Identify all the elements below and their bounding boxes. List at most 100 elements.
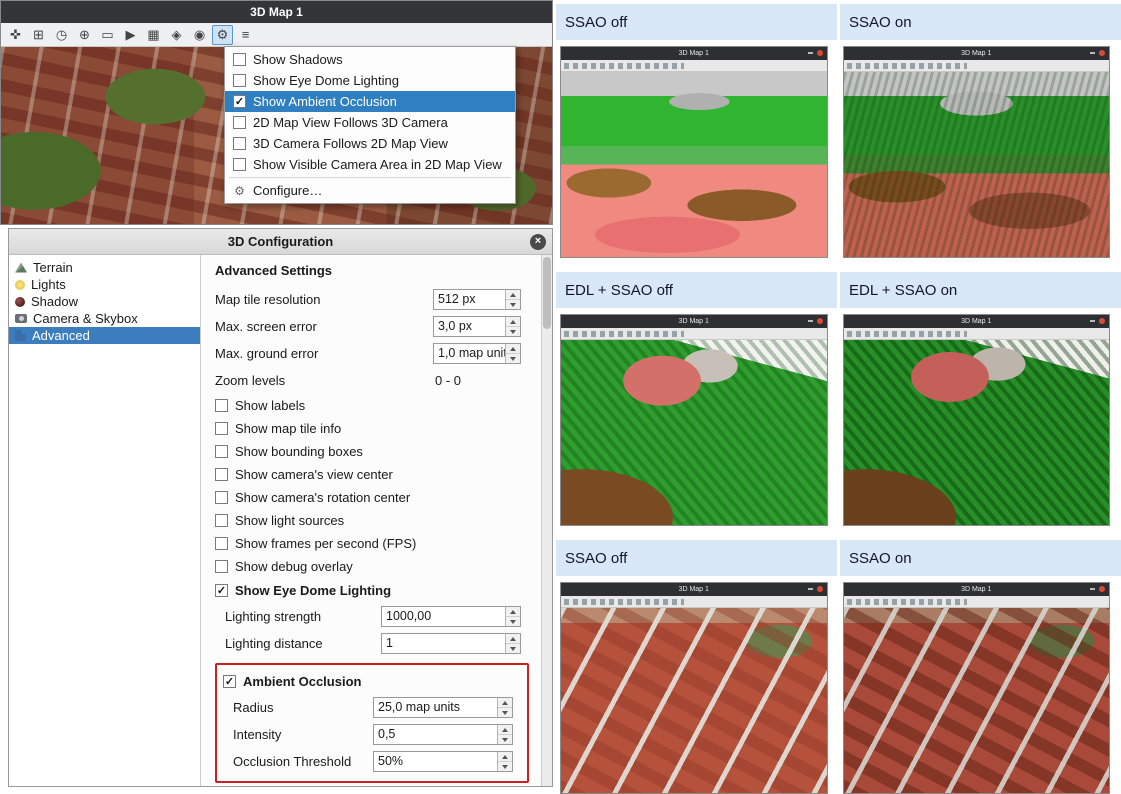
checkbox-show-bounding-boxes[interactable]: Show bounding boxes — [215, 440, 529, 463]
comparison-panel: SSAO off SSAO on 3D Map 1 3D Map 1 — [556, 0, 1121, 787]
minimize-icon — [1090, 320, 1095, 322]
zoom-icon: ⊕ — [79, 27, 90, 43]
menu-item-label: 2D Map View Follows 3D Camera — [253, 115, 448, 130]
dialog-scrollbar[interactable] — [541, 255, 552, 786]
comparison-row-2: EDL + SSAO off EDL + SSAO on 3D Map 1 3D… — [556, 272, 1121, 526]
spinbox-value[interactable]: 50% — [374, 752, 497, 771]
spin-down-icon[interactable] — [498, 708, 512, 717]
sidebar-item-label: Lights — [31, 277, 66, 292]
measure-button[interactable]: ▭ — [97, 25, 118, 45]
sidebar-item-camera-skybox[interactable]: Camera & Skybox — [9, 310, 200, 327]
field-max-ground-error: Max. ground error 1,0 map units — [215, 340, 529, 367]
checkbox-show-map-tile-info[interactable]: Show map tile info — [215, 417, 529, 440]
checkbox-checked-icon — [223, 675, 236, 688]
checkbox-label: Show light sources — [235, 513, 344, 528]
checkbox-show-camera-rotation-center[interactable]: Show camera's rotation center — [215, 486, 529, 509]
field-label: Occlusion Threshold — [233, 754, 373, 769]
checkbox-label: Show labels — [235, 398, 305, 413]
menu-item-show-shadows[interactable]: Show Shadows — [225, 49, 515, 70]
zoom-button[interactable]: ⊕ — [74, 25, 95, 45]
menu-item-3d-follows-2d[interactable]: 3D Camera Follows 2D Map View — [225, 133, 515, 154]
comparison-images: 3D Map 1 3D Map 1 — [556, 46, 1121, 258]
checkbox-show-fps[interactable]: Show frames per second (FPS) — [215, 532, 529, 555]
mini-titlebar: 3D Map 1 — [561, 315, 827, 328]
ao-intensity-spinbox[interactable]: 0,5 — [373, 724, 513, 745]
lighting-distance-spinbox[interactable]: 1 — [381, 633, 521, 654]
ao-occlusion-threshold-spinbox[interactable]: 50% — [373, 751, 513, 772]
sidebar-item-label: Camera & Skybox — [33, 311, 138, 326]
checkbox-show-camera-view-center[interactable]: Show camera's view center — [215, 463, 529, 486]
spin-up-icon[interactable] — [506, 607, 520, 617]
spin-down-icon[interactable] — [498, 735, 512, 744]
spin-up-icon[interactable] — [498, 698, 512, 708]
spinbox-value[interactable]: 1,0 map units — [434, 344, 505, 363]
map-options-button[interactable]: ≡ — [235, 25, 256, 45]
animation-button[interactable]: ◷ — [51, 25, 72, 45]
mini-window-title: 3D Map 1 — [961, 586, 991, 593]
spin-down-icon[interactable] — [506, 327, 520, 336]
spin-up-icon[interactable] — [506, 317, 520, 327]
spin-down-icon[interactable] — [506, 644, 520, 653]
orbit-icon: ⊞ — [33, 27, 44, 43]
effects-options-button[interactable]: ⚙ — [212, 25, 233, 45]
close-icon — [817, 586, 823, 592]
spin-up-icon[interactable] — [498, 752, 512, 762]
spinbox-value[interactable]: 0,5 — [374, 725, 497, 744]
sidebar-item-advanced[interactable]: Advanced — [9, 327, 200, 344]
header-ssao-off: SSAO off — [556, 4, 837, 40]
config-dialog: 3D Configuration × Terrain Lights Shadow… — [8, 228, 553, 787]
pan-tool-button[interactable]: ✜ — [5, 25, 26, 45]
spin-down-icon[interactable] — [506, 617, 520, 626]
map-tile-resolution-spinbox[interactable]: 512 px — [433, 289, 521, 310]
sidebar-item-terrain[interactable]: Terrain — [9, 259, 200, 276]
spinner-buttons — [497, 752, 512, 771]
mini-titlebar: 3D Map 1 — [844, 47, 1110, 60]
field-max-screen-error: Max. screen error 3,0 px — [215, 313, 529, 340]
spin-up-icon[interactable] — [506, 344, 520, 354]
spin-down-icon[interactable] — [498, 762, 512, 771]
mini-toolbar — [561, 60, 827, 72]
checkbox-show-light-sources[interactable]: Show light sources — [215, 509, 529, 532]
checkbox-show-debug-overlay[interactable]: Show debug overlay — [215, 555, 529, 578]
menu-item-show-ambient-occlusion[interactable]: Show Ambient Occlusion — [225, 91, 515, 112]
sidebar-item-lights[interactable]: Lights — [9, 276, 200, 293]
max-ground-error-spinbox[interactable]: 1,0 map units — [433, 343, 521, 364]
spinbox-value[interactable]: 1000,00 — [382, 607, 505, 626]
header-edl-ssao-on: EDL + SSAO on — [840, 272, 1121, 308]
close-button[interactable]: × — [530, 234, 546, 250]
mini-window-title: 3D Map 1 — [679, 50, 709, 57]
checkbox-show-labels[interactable]: Show labels — [215, 394, 529, 417]
advanced-settings-panel: Advanced Settings Map tile resolution 51… — [201, 255, 541, 786]
lighting-strength-spinbox[interactable]: 1000,00 — [381, 606, 521, 627]
max-screen-error-spinbox[interactable]: 3,0 px — [433, 316, 521, 337]
minimize-icon — [808, 588, 813, 590]
camera-orbit-button[interactable]: ⊞ — [28, 25, 49, 45]
export-scene-button[interactable]: ▦ — [143, 25, 164, 45]
close-icon — [1099, 50, 1105, 56]
spinbox-value[interactable]: 25,0 map units — [374, 698, 497, 717]
scrollbar-thumb[interactable] — [543, 257, 551, 329]
play-animation-button[interactable]: ▶ — [120, 25, 141, 45]
spinbox-value[interactable]: 3,0 px — [434, 317, 505, 336]
field-zoom-levels: Zoom levels 0 - 0 — [215, 367, 529, 394]
spinbox-value[interactable]: 1 — [382, 634, 505, 653]
menu-item-configure[interactable]: ⚙ Configure… — [225, 180, 515, 201]
sidebar-item-shadow[interactable]: Shadow — [9, 293, 200, 310]
checkbox-show-eye-dome-lighting[interactable]: Show Eye Dome Lighting — [215, 578, 529, 603]
sidebar-item-label: Advanced — [32, 328, 90, 343]
terrain-icon — [15, 263, 27, 273]
menu-item-show-visible-camera-area[interactable]: Show Visible Camera Area in 2D Map View — [225, 154, 515, 175]
visibility-button[interactable]: ◉ — [189, 25, 210, 45]
spin-up-icon[interactable] — [506, 290, 520, 300]
spinner-buttons — [505, 634, 520, 653]
scene-objects-button[interactable]: ◈ — [166, 25, 187, 45]
menu-item-2d-follows-3d[interactable]: 2D Map View Follows 3D Camera — [225, 112, 515, 133]
spinbox-value[interactable]: 512 px — [434, 290, 505, 309]
checkbox-ambient-occlusion[interactable]: Ambient Occlusion — [223, 669, 521, 694]
spin-down-icon[interactable] — [506, 300, 520, 309]
spin-up-icon[interactable] — [506, 634, 520, 644]
spin-down-icon[interactable] — [506, 354, 520, 363]
spin-up-icon[interactable] — [498, 725, 512, 735]
ao-radius-spinbox[interactable]: 25,0 map units — [373, 697, 513, 718]
menu-item-show-edl[interactable]: Show Eye Dome Lighting — [225, 70, 515, 91]
